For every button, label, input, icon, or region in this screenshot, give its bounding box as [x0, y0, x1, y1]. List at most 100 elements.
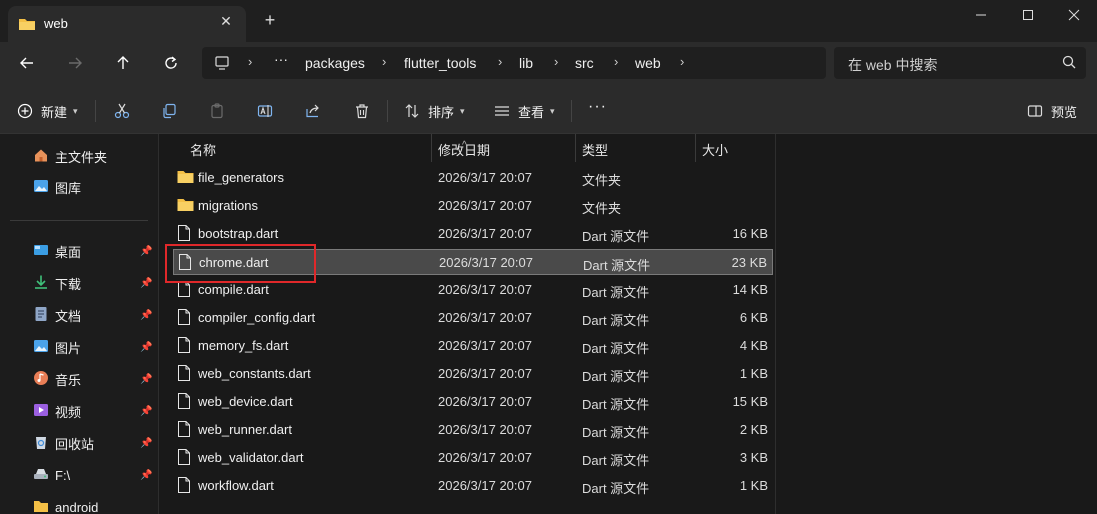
file-row[interactable]: compiler_config.dart 2026/3/17 20:07 Dart … — [173, 305, 773, 331]
gallery-icon — [33, 178, 49, 197]
copy-icon — [161, 103, 177, 119]
file-size: 14 KB — [732, 282, 768, 297]
minimize-icon[interactable] — [958, 2, 1004, 28]
rename-button[interactable] — [257, 100, 273, 122]
sidebar-item-desktop[interactable]: 桌面 — [33, 240, 81, 262]
new-button[interactable]: 新建 ▾ — [17, 100, 78, 122]
folder-icon — [33, 498, 49, 514]
computer-icon — [214, 55, 230, 74]
breadcrumb-web[interactable]: web — [635, 55, 661, 71]
sidebar-divider — [10, 220, 148, 221]
sidebar-item-label: 图库 — [55, 180, 82, 196]
preview-label: 预览 — [1051, 104, 1078, 120]
file-row[interactable]: workflow.dart 2026/3/17 20:07 Dart 源文件 1 KB — [173, 473, 773, 499]
sidebar-item-recycle-bin[interactable]: 回收站 — [33, 432, 94, 454]
file-row[interactable]: web_device.dart 2026/3/17 20:07 Dart 源文件 15… — [173, 389, 773, 415]
file-name: memory_fs.dart — [198, 338, 289, 353]
refresh-button[interactable] — [158, 52, 184, 76]
file-date: 2026/3/17 20:07 — [438, 338, 532, 353]
breadcrumb-flutter-tools[interactable]: flutter_tools — [404, 55, 476, 71]
file-name: compile.dart — [198, 282, 269, 297]
file-date: 2026/3/17 20:07 — [438, 394, 532, 409]
share-icon — [305, 103, 321, 119]
file-size: 4 KB — [739, 338, 768, 353]
new-tab-button[interactable]: + — [260, 10, 280, 31]
sidebar-item-label: 桌面 — [55, 244, 82, 260]
sidebar-item-drive-f[interactable]: F:\ — [33, 464, 70, 486]
sidebar-item-android[interactable]: android — [33, 496, 98, 514]
file-row[interactable]: web_runner.dart 2026/3/17 20:07 Dart 源文件 2 … — [173, 417, 773, 443]
column-header-size[interactable]: 大小 — [695, 134, 775, 162]
address-row: › ··· packages › flutter_tools › lib › s… — [0, 42, 1097, 86]
chevron-right-icon[interactable]: › — [680, 54, 684, 69]
sidebar-item-documents[interactable]: 文档 — [33, 304, 81, 326]
sidebar-item-pictures[interactable]: 图片 — [33, 336, 81, 358]
breadcrumb-src[interactable]: src — [575, 55, 594, 71]
sidebar-item-home[interactable]: 主文件夹 — [33, 145, 107, 167]
desktop-icon — [33, 242, 49, 261]
chevron-right-icon: › — [382, 54, 387, 69]
pin-icon: 📌 — [140, 342, 153, 353]
file-name: file_generators — [198, 170, 284, 185]
breadcrumb-overflow[interactable]: ··· — [274, 51, 288, 67]
column-header-type[interactable]: 类型 — [575, 134, 695, 162]
column-header-date[interactable]: 修改日期 — [431, 134, 575, 162]
file-row[interactable]: web_constants.dart 2026/3/17 20:07 Dart 源文… — [173, 361, 773, 387]
folder-icon — [177, 169, 194, 187]
pin-icon: 📌 — [140, 246, 153, 257]
sidebar-item-videos[interactable]: 视频 — [33, 400, 81, 422]
address-bar[interactable]: › ··· packages › flutter_tools › lib › s… — [202, 47, 826, 79]
column-header-name[interactable]: 名称 ^ — [159, 134, 467, 162]
more-options-button[interactable]: ··· — [588, 96, 607, 118]
search-box[interactable]: 在 web 中搜索 — [834, 47, 1086, 79]
preview-button[interactable]: 预览 — [1027, 100, 1077, 122]
navigation-pane: 主文件夹 图库 桌面 📌 下载 📌 文档 📌 图片 📌 音乐 📌 视频 📌 回收… — [0, 134, 158, 514]
close-window-icon[interactable] — [1051, 2, 1097, 28]
rename-icon — [257, 103, 273, 119]
file-type: Dart 源文件 — [582, 341, 650, 356]
file-date: 2026/3/17 20:07 — [438, 170, 532, 185]
file-row[interactable]: web_validator.dart 2026/3/17 20:07 Dart 源文… — [173, 445, 773, 471]
delete-button[interactable] — [354, 100, 370, 122]
drive-icon — [33, 466, 49, 485]
sidebar-item-gallery[interactable]: 图库 — [33, 176, 81, 198]
file-name: web_constants.dart — [198, 366, 311, 381]
breadcrumb-lib[interactable]: lib — [519, 55, 533, 71]
chevron-down-icon: ▾ — [460, 105, 465, 116]
file-icon — [177, 337, 191, 356]
file-icon — [177, 477, 191, 496]
pin-icon: 📌 — [140, 374, 153, 385]
file-size: 1 KB — [739, 366, 768, 381]
search-placeholder: 在 web 中搜索 — [848, 57, 938, 73]
breadcrumb-packages[interactable]: packages — [305, 55, 365, 71]
file-row[interactable]: migrations 2026/3/17 20:07 文件夹 — [173, 193, 773, 219]
up-button[interactable] — [110, 52, 136, 76]
pin-icon: 📌 — [140, 438, 153, 449]
maximize-icon[interactable] — [1005, 2, 1051, 28]
view-button[interactable]: 查看 ▾ — [494, 100, 555, 122]
view-icon — [494, 103, 510, 119]
column-type-label: 类型 — [582, 143, 609, 158]
copy-button[interactable] — [161, 100, 177, 122]
file-row[interactable]: memory_fs.dart 2026/3/17 20:07 Dart 源文件 4 K… — [173, 333, 773, 359]
documents-icon — [33, 306, 49, 325]
sidebar-item-downloads[interactable]: 下载 — [33, 272, 81, 294]
close-tab-icon[interactable]: ✕ — [216, 13, 236, 30]
add-icon — [17, 103, 33, 119]
sidebar-item-music[interactable]: 音乐 — [33, 368, 81, 390]
file-size: 23 KB — [731, 255, 767, 270]
file-row[interactable]: file_generators 2026/3/17 20:07 文件夹 — [173, 165, 773, 191]
back-button[interactable] — [14, 52, 40, 76]
file-date: 2026/3/17 20:07 — [438, 366, 532, 381]
paste-button[interactable] — [209, 100, 225, 122]
file-name: migrations — [198, 198, 258, 213]
share-button[interactable] — [305, 100, 321, 122]
tab-web[interactable]: web ✕ — [8, 6, 246, 42]
chevron-right-icon: › — [248, 54, 253, 69]
file-date: 2026/3/17 20:07 — [438, 226, 532, 241]
forward-button[interactable] — [62, 52, 88, 76]
file-icon — [177, 449, 191, 468]
cut-button[interactable] — [114, 100, 130, 122]
sort-button[interactable]: 排序 ▾ — [404, 100, 465, 122]
file-icon — [177, 281, 191, 300]
